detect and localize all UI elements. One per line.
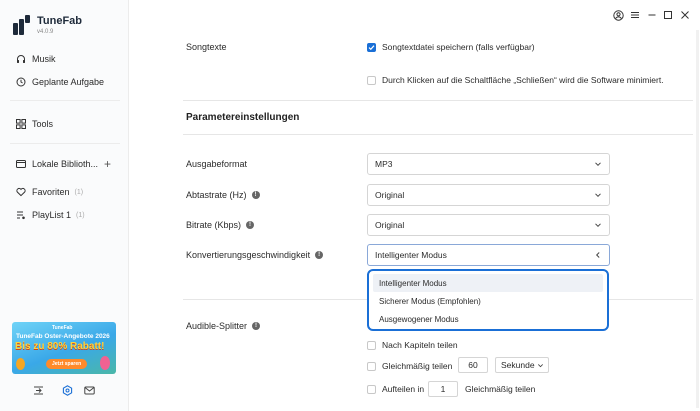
checkbox-unchecked-icon (367, 75, 376, 85)
dropdown-option-safe[interactable]: Sicherer Modus (Empfohlen) (373, 292, 603, 310)
conversion-speed-value: Intelligenter Modus (375, 250, 447, 260)
split-parts-input[interactable]: 1 (428, 381, 458, 397)
bitrate-value: Original (375, 220, 405, 230)
output-format-label: Ausgabeformat (186, 159, 248, 169)
sidebar: TuneFab v4.0.9 Musik Geplante Aufgabe To… (0, 0, 129, 411)
minimize-on-close-checkbox[interactable]: Durch Klicken auf die Schaltfläche „Schl… (367, 75, 664, 85)
conversion-speed-dropdown: Intelligenter Modus Sicherer Modus (Empf… (367, 269, 609, 331)
item-count: (1) (74, 188, 84, 196)
output-format-value: MP3 (375, 159, 393, 169)
output-format-select[interactable]: MP3 (367, 153, 610, 175)
close-icon[interactable] (679, 9, 691, 21)
save-lyrics-checkbox[interactable]: Songtextdatei speichern (falls verfügbar… (367, 42, 535, 52)
item-count: (1) (76, 211, 85, 219)
split-by-chapter-checkbox[interactable]: Nach Kapiteln teilen (367, 340, 458, 350)
chevron-down-icon (538, 364, 543, 368)
checkbox-unchecked-icon (367, 361, 376, 371)
app-logo: TuneFab v4.0.9 (13, 15, 82, 35)
headphones-icon (16, 54, 26, 64)
split-unit-value: Sekunde (501, 360, 535, 370)
chevron-down-icon (595, 223, 601, 228)
easter-egg-icon (100, 356, 110, 370)
easter-egg-icon (16, 358, 25, 370)
audible-splitter-label-text: Audible-Splitter (186, 321, 248, 331)
promo-headline: Bis zu 80% Rabatt! (15, 341, 105, 352)
sidebar-item-label: Geplante Aufgabe (32, 77, 105, 87)
info-icon[interactable]: ! (252, 322, 261, 330)
sidebar-item-geplante-aufgabe[interactable]: Geplante Aufgabe (16, 75, 104, 89)
info-icon[interactable]: ! (251, 191, 260, 199)
sidebar-item-lokale-bibliothek[interactable]: Lokale Biblioth... (16, 157, 98, 171)
conversion-speed-label-text: Konvertierungsgeschwindigkeit (186, 250, 311, 260)
checkbox-checked-icon (367, 42, 376, 52)
conversion-speed-select[interactable]: Intelligenter Modus (367, 244, 610, 266)
sidebar-item-tools[interactable]: Tools (16, 117, 53, 131)
folder-icon (16, 159, 26, 169)
sidebar-item-musik[interactable]: Musik (16, 52, 56, 66)
promo-brand: TuneFab (52, 325, 73, 331)
dropdown-option-intelligent[interactable]: Intelligenter Modus (373, 274, 603, 292)
bitrate-label-text: Bitrate (Kbps) (186, 220, 242, 230)
split-into-checkbox[interactable]: Aufteilen in (367, 384, 424, 394)
split-parts-suffix-text: Gleichmäßig teilen (465, 384, 536, 394)
divider (183, 100, 693, 101)
add-library-button[interactable]: + (104, 158, 111, 170)
divider (10, 100, 120, 101)
minimize-on-close-label: Durch Klicken auf die Schaltfläche „Schl… (382, 75, 664, 85)
grid-icon (16, 119, 26, 129)
sidebar-item-label: Musik (32, 54, 56, 64)
bitrate-label: Bitrate (Kbps) ! (186, 220, 255, 230)
section-title: Parametereinstellungen (186, 112, 300, 123)
split-unit-select[interactable]: Sekunde (495, 357, 549, 373)
sidebar-item-label: PlayList 1 (32, 210, 72, 220)
sample-rate-label-text: Abtastrate (Hz) (186, 190, 247, 200)
dropdown-option-balanced[interactable]: Ausgewogener Modus (373, 310, 603, 328)
app-version: v4.0.9 (37, 29, 54, 35)
split-parts-suffix: Gleichmäßig teilen (465, 384, 535, 394)
export-icon[interactable] (32, 384, 44, 396)
promo-banner[interactable]: TuneFab TuneFab Oster-Angebote 2026 Bis … (12, 322, 116, 374)
split-into-label: Aufteilen in (382, 384, 425, 394)
split-seconds-input[interactable]: 60 (458, 357, 488, 373)
promo-title: TuneFab Oster-Angebote 2026 (16, 333, 110, 340)
playlist-icon (16, 210, 26, 220)
split-evenly-checkbox[interactable]: Gleichmäßig teilen (367, 361, 452, 371)
songtexte-label: Songtexte (186, 42, 227, 52)
chevron-left-icon (595, 252, 600, 258)
checkbox-unchecked-icon (367, 384, 376, 394)
mail-icon[interactable] (83, 384, 95, 396)
sample-rate-select[interactable]: Original (367, 184, 610, 206)
clock-icon (16, 77, 26, 87)
bitrate-select[interactable]: Original (367, 214, 610, 236)
divider (10, 143, 120, 144)
minimize-icon[interactable] (646, 9, 658, 21)
scrollbar[interactable] (696, 30, 699, 408)
sidebar-item-label: Favoriten (32, 187, 70, 197)
sidebar-item-label: Lokale Biblioth... (32, 159, 99, 169)
checkbox-unchecked-icon (367, 340, 376, 350)
account-icon[interactable] (612, 9, 624, 21)
settings-hex-icon[interactable] (61, 384, 73, 396)
divider (183, 134, 693, 135)
info-icon[interactable]: ! (315, 251, 324, 259)
split-evenly-label: Gleichmäßig teilen (382, 361, 453, 371)
info-icon[interactable]: ! (246, 221, 255, 229)
sidebar-item-playlist-1[interactable]: PlayList 1 (1) (16, 208, 85, 222)
chevron-down-icon (595, 162, 601, 167)
conversion-speed-label: Konvertierungsgeschwindigkeit ! (186, 250, 324, 260)
split-by-chapter-label: Nach Kapiteln teilen (382, 340, 458, 350)
app-name: TuneFab (37, 15, 83, 27)
chevron-down-icon (595, 193, 601, 198)
sample-rate-label: Abtastrate (Hz) ! (186, 190, 260, 200)
heart-icon (16, 187, 26, 197)
audible-splitter-label: Audible-Splitter ! (186, 321, 261, 331)
promo-button[interactable]: Jetzt sparen (46, 359, 88, 369)
menu-icon[interactable] (629, 9, 641, 21)
tunefab-logo-icon (13, 15, 31, 35)
sidebar-item-favoriten[interactable]: Favoriten (1) (16, 185, 83, 199)
sidebar-item-label: Tools (32, 119, 54, 129)
maximize-icon[interactable] (662, 9, 674, 21)
save-lyrics-label: Songtextdatei speichern (falls verfügbar… (382, 42, 535, 52)
sample-rate-value: Original (375, 190, 405, 200)
